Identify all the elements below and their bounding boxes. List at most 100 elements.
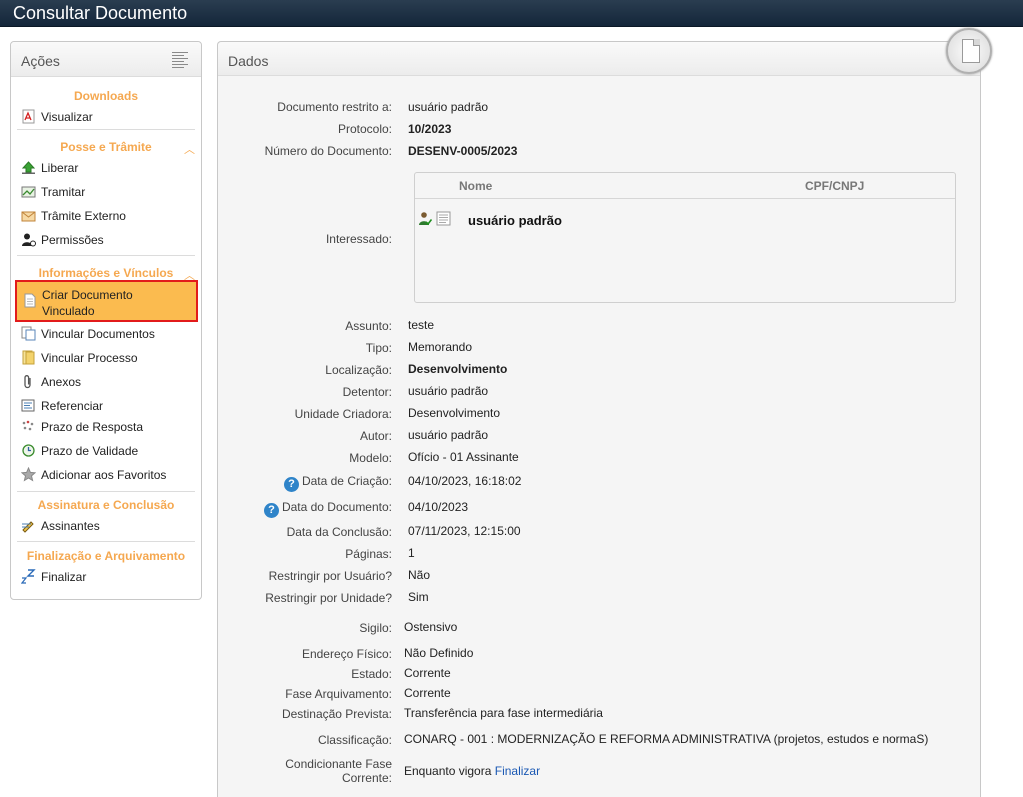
field-value-destinacao: Transferência para fase intermediária bbox=[404, 706, 603, 720]
field-value-assunto: teste bbox=[408, 318, 435, 332]
sidebar-item-label: Vincular Documentos bbox=[41, 327, 155, 341]
group-downloads: Downloads bbox=[73, 89, 138, 103]
field-label-data-documento: ? Data do Documento: bbox=[263, 500, 392, 518]
field-value-restringir-usuario: Não bbox=[408, 568, 431, 582]
field-label: Endereço Físico: bbox=[301, 647, 392, 661]
field-label: Data de Criação: bbox=[301, 474, 392, 488]
help-icon[interactable]: ? bbox=[263, 503, 279, 518]
field-value-sigilo: Ostensivo bbox=[404, 620, 458, 634]
field-label: Modelo: bbox=[349, 451, 392, 465]
field-value-modelo: Ofício - 01 Assinante bbox=[408, 450, 519, 464]
label-line-1: Criar Documento bbox=[42, 288, 133, 302]
field-label: Classificação: bbox=[317, 733, 392, 747]
user-lock-icon bbox=[22, 233, 36, 247]
field-label: Condicionante Fase bbox=[285, 757, 392, 771]
column-header-nome: Nome bbox=[459, 179, 493, 193]
interessados-table: Nome CPF/CNPJ usuário padrão bbox=[414, 172, 956, 303]
field-value-condicionante: Enquanto vigora Finalizar bbox=[404, 764, 540, 778]
sidebar-item-tramite-externo[interactable]: Trâmite Externo bbox=[21, 207, 199, 227]
sidebar-item-label: Prazo de Resposta bbox=[41, 420, 144, 434]
page-title: Consultar Documento bbox=[13, 3, 188, 23]
sidebar-item-prazo-validade[interactable]: Prazo de Validade bbox=[21, 442, 199, 462]
field-value-endereco: Não Definido bbox=[404, 646, 474, 660]
field-value-protocolo: 10/2023 bbox=[408, 122, 452, 136]
sidebar-item-label: Referenciar bbox=[41, 399, 104, 413]
sidebar-item-permissoes[interactable]: Permissões bbox=[21, 231, 199, 251]
title-bar: Consultar Documento bbox=[0, 0, 1023, 27]
pen-sign-icon bbox=[22, 521, 34, 533]
sidebar-item-criar-documento-vinculado[interactable]: Criar Documento Vinculado bbox=[15, 280, 198, 322]
sidebar-item-vincular-processo[interactable]: Vincular Processo bbox=[21, 349, 199, 369]
sidebar-item-label: Liberar bbox=[41, 161, 79, 175]
field-label: Corrente: bbox=[341, 771, 392, 785]
sidebar-item-favoritos[interactable]: Adicionar aos Favoritos bbox=[21, 466, 199, 486]
group-assinatura: Assinatura e Conclusão bbox=[37, 498, 175, 512]
help-icon[interactable]: ? bbox=[283, 477, 299, 492]
divider bbox=[17, 255, 195, 256]
divider bbox=[17, 491, 195, 492]
deadline-dots-icon bbox=[22, 420, 34, 431]
field-value-restrito: usuário padrão bbox=[408, 100, 489, 114]
list-menu-icon[interactable] bbox=[172, 52, 188, 68]
field-label: Estado: bbox=[351, 667, 392, 681]
field-label-criacao: ? Data de Criação: bbox=[283, 474, 392, 492]
document-icon bbox=[24, 293, 36, 308]
sidebar-item-assinantes[interactable]: Assinantes bbox=[21, 517, 199, 537]
sidebar-item-label: Criar Documento Vinculado bbox=[42, 287, 133, 319]
sidebar-item-tramitar[interactable]: Tramitar bbox=[21, 183, 199, 203]
field-label: Número do Documento: bbox=[264, 144, 392, 158]
field-label: Destinação Prevista: bbox=[281, 707, 392, 721]
sidebar-item-prazo-resposta[interactable]: Prazo de Resposta bbox=[21, 418, 199, 438]
field-value-classificacao: CONARQ - 001 : MODERNIZAÇÃO E REFORMA AD… bbox=[404, 732, 929, 746]
sidebar-item-finalizar[interactable]: Finalizar bbox=[21, 568, 199, 588]
sidebar-item-label: Finalizar bbox=[41, 570, 87, 584]
sidebar-item-label: Vincular Processo bbox=[41, 351, 138, 365]
field-value-restringir-unidade: Sim bbox=[408, 590, 429, 604]
chevron-up-icon[interactable]: ︿ bbox=[184, 141, 195, 157]
send-image-icon bbox=[21, 186, 36, 198]
field-label: Interessado: bbox=[325, 232, 392, 246]
sleep-zz-icon bbox=[21, 569, 36, 584]
field-label: Detentor: bbox=[342, 385, 392, 399]
divider bbox=[17, 541, 195, 542]
sidebar-item-label: Adicionar aos Favoritos bbox=[41, 468, 167, 482]
reference-icon bbox=[21, 399, 35, 412]
table-row-nome: usuário padrão bbox=[468, 213, 562, 228]
field-value-estado: Corrente bbox=[404, 666, 451, 680]
field-label: Protocolo: bbox=[337, 122, 392, 136]
document-icon bbox=[946, 28, 992, 74]
field-value-numero: DESENV-0005/2023 bbox=[408, 144, 518, 158]
field-label: Fase Arquivamento: bbox=[285, 687, 392, 701]
sidebar-title: Ações bbox=[21, 53, 60, 69]
panel-title: Dados bbox=[228, 53, 269, 69]
group-posse-tramite[interactable]: Posse e Trâmite ︿ bbox=[11, 140, 201, 157]
sidebar-item-label: Visualizar bbox=[41, 110, 93, 124]
actions-sidebar: Ações Downloads Visualizar Posse e Trâmi… bbox=[10, 41, 202, 600]
field-label: Sigilo: bbox=[359, 621, 392, 635]
sidebar-item-visualizar[interactable]: Visualizar bbox=[21, 108, 199, 128]
sidebar-item-liberar[interactable]: Liberar bbox=[21, 159, 199, 179]
panel-header: Dados bbox=[218, 42, 980, 76]
finalizar-link[interactable]: Finalizar bbox=[495, 764, 540, 778]
details-card-icon[interactable] bbox=[436, 211, 451, 226]
label-line-2: Vinculado bbox=[42, 304, 95, 318]
sidebar-item-label: Assinantes bbox=[41, 519, 100, 533]
field-value-criacao: 04/10/2023, 16:18:02 bbox=[408, 474, 522, 488]
field-label: Unidade Criadora: bbox=[294, 407, 392, 421]
sidebar-item-vincular-documentos[interactable]: Vincular Documentos bbox=[21, 325, 199, 345]
field-label: Assunto: bbox=[345, 319, 392, 333]
field-label-condicionante: Condicionante Fase Corrente: bbox=[285, 757, 392, 785]
field-value-localizacao: Desenvolvimento bbox=[408, 362, 508, 376]
sidebar-item-anexos[interactable]: Anexos bbox=[21, 373, 199, 393]
group-informacoes-vinculos[interactable]: Informações e Vínculos ︿ bbox=[11, 266, 201, 282]
field-label: Data da Conclusão: bbox=[286, 525, 392, 539]
group-label: Posse e Trâmite bbox=[60, 140, 152, 154]
linked-documents-icon bbox=[21, 326, 36, 341]
user-check-icon[interactable] bbox=[418, 211, 432, 226]
sidebar-item-label: Anexos bbox=[41, 375, 82, 389]
field-label: Documento restrito a: bbox=[277, 100, 392, 114]
folder-icon bbox=[22, 350, 35, 365]
table-header: Nome CPF/CNPJ bbox=[415, 173, 955, 199]
divider bbox=[17, 129, 195, 130]
sidebar-item-referenciar[interactable]: Referenciar bbox=[21, 397, 199, 417]
